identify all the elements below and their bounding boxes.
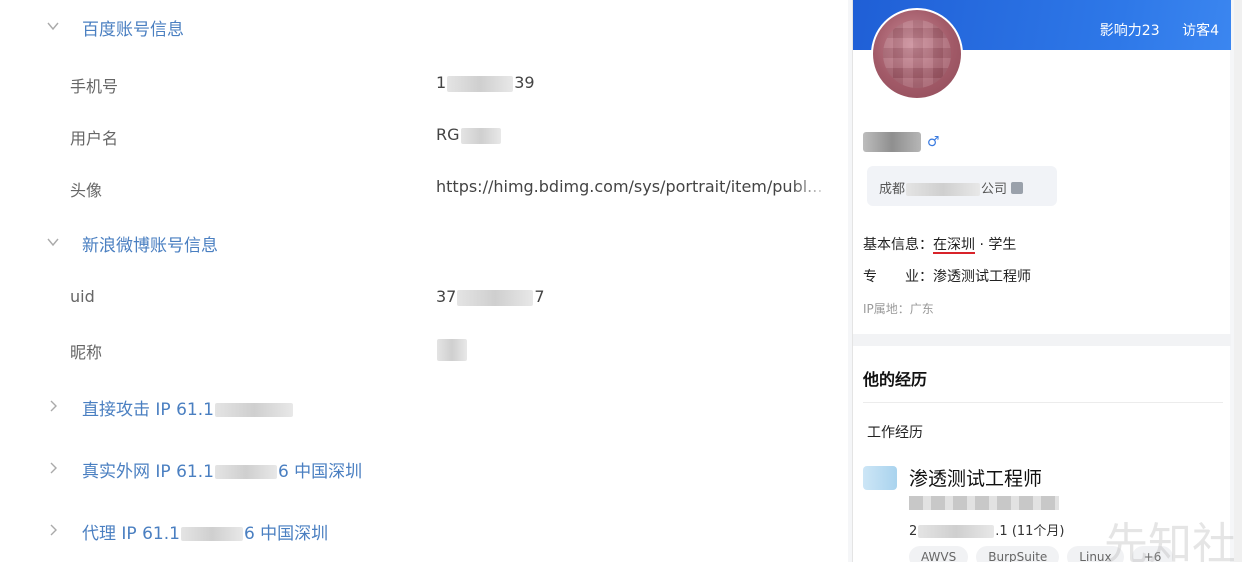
company-logo-icon <box>863 466 897 490</box>
row-uid: uid 37 7 <box>0 284 848 314</box>
row-avatar: 头像 https://himg.bdimg.com/sys/portrait/i… <box>0 174 848 204</box>
major-value: 渗透测试工程师 <box>933 269 1031 285</box>
section-weibo-account[interactable]: 新浪微博账号信息 <box>0 228 848 258</box>
watermark: 先知社 <box>1104 519 1236 562</box>
uid-value: 37 7 <box>436 287 545 306</box>
section-label: 百度账号信息 <box>82 20 184 40</box>
experience-heading: 他的经历 <box>863 370 928 389</box>
section-real-ip[interactable]: 真实外网 IP 61.1 6 中国深圳 <box>0 454 848 484</box>
avatar-url-link[interactable]: https://himg.bdimg.com/sys/portrait/item… <box>436 177 822 196</box>
chevron-right-icon[interactable] <box>46 398 66 418</box>
row-label: 用户名 <box>70 129 119 148</box>
section-label: 代理 IP 61.1 6 中国深圳 <box>82 524 329 544</box>
redaction-blur <box>214 403 293 417</box>
profile-stats: 影响力23 访客4 <box>1082 20 1219 40</box>
chevron-right-icon[interactable] <box>46 522 66 542</box>
account-info-panel: 百度账号信息 手机号 1 39 用户名 RG 头像 https://himg.bd… <box>0 0 848 562</box>
row-label: uid <box>70 287 95 306</box>
username-redacted <box>863 132 921 152</box>
basic-info-line: 基本信息：在深圳 · 学生 <box>863 237 1017 253</box>
section-baidu-account[interactable]: 百度账号信息 <box>0 12 848 42</box>
section-proxy-ip[interactable]: 代理 IP 61.1 6 中国深圳 <box>0 516 848 546</box>
chevron-down-icon[interactable] <box>46 234 66 254</box>
redaction-blur <box>460 127 501 144</box>
row-nickname: 昵称 <box>0 336 848 366</box>
company-badge[interactable]: 成都 公司 <box>867 166 1057 206</box>
redaction-blur <box>457 289 534 306</box>
row-username: 用户名 RG <box>0 122 848 152</box>
chevron-down-icon[interactable] <box>46 18 66 38</box>
avatar[interactable] <box>871 8 963 100</box>
redaction-blur <box>918 525 995 538</box>
redaction-blur <box>214 465 277 479</box>
verified-icon <box>1011 182 1024 194</box>
job-title: 渗透测试工程师 <box>909 468 1043 490</box>
location-text: 在深圳 <box>933 237 975 253</box>
profile-panel: 影响力23 访客4 ♂ 成都 公司 基本信息：在深圳 · 学生 专 业：渗透测试工… <box>848 0 1242 562</box>
section-label: 真实外网 IP 61.1 6 中国深圳 <box>82 462 363 482</box>
job-dates: 2.1 (11个月) <box>909 524 1065 539</box>
section-label: 直接攻击 IP 61.1 <box>82 395 294 420</box>
company-text: 成都 公司 <box>879 178 1024 197</box>
phone-value: 1 39 <box>436 73 535 92</box>
redaction-blur <box>447 75 514 92</box>
username-value: RG <box>436 125 502 144</box>
skill-tag[interactable]: BurpSuite <box>976 546 1060 562</box>
section-label: 新浪微博账号信息 <box>82 236 218 256</box>
chevron-right-icon[interactable] <box>46 460 66 480</box>
redaction-blur <box>437 339 467 361</box>
row-label: 昵称 <box>70 343 103 362</box>
major-line: 专 业：渗透测试工程师 <box>863 269 1031 285</box>
row-phone: 手机号 1 39 <box>0 70 848 100</box>
work-experience-heading: 工作经历 <box>867 425 923 441</box>
influence-count[interactable]: 影响力23 <box>1100 23 1160 39</box>
row-label: 头像 <box>70 181 103 200</box>
row-label: 手机号 <box>70 77 119 96</box>
male-icon: ♂ <box>927 134 940 150</box>
ip-location: IP属地：广东 <box>863 302 934 316</box>
redaction-blur <box>906 183 981 196</box>
visitor-count[interactable]: 访客4 <box>1182 23 1219 39</box>
section-direct-attack-ip[interactable]: 直接攻击 IP 61.1 <box>0 392 848 422</box>
company-name-redacted <box>909 496 1059 510</box>
redaction-blur <box>180 527 243 541</box>
profile-card: 影响力23 访客4 ♂ 成都 公司 基本信息：在深圳 · 学生 专 业：渗透测试工… <box>852 0 1236 562</box>
skill-tag[interactable]: AWVS <box>909 546 969 562</box>
nickname-value <box>436 339 468 361</box>
role-text: 学生 <box>988 237 1017 253</box>
